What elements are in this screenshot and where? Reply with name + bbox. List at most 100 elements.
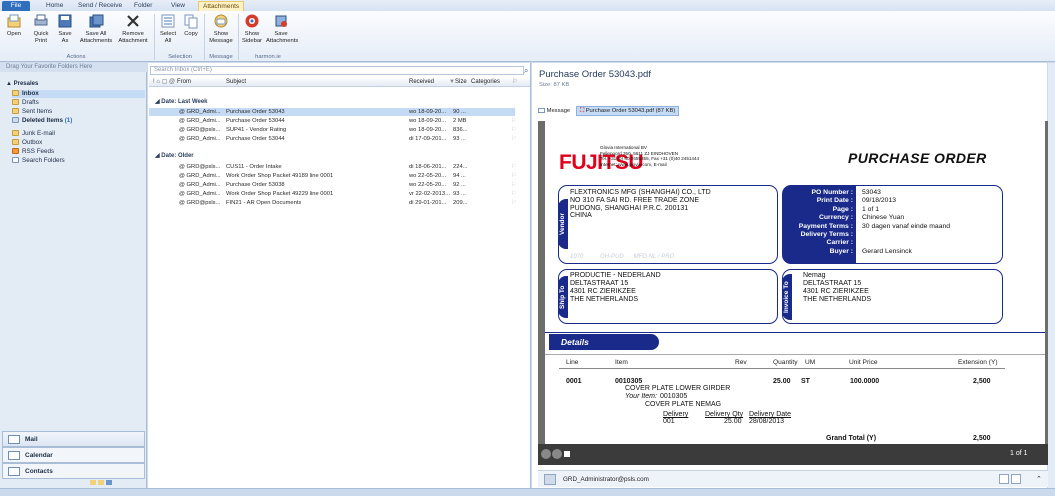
contact-card-icon[interactable] [1011, 474, 1021, 484]
save-all-attachments-button[interactable]: Save All Attachments [78, 13, 114, 44]
delivery-qty: 25.00 [724, 418, 742, 425]
table-row[interactable]: @ GRD@psls... SUP41 - Vendor Rating wo 18-… [149, 126, 516, 134]
header-icons[interactable]: ! ⌂ ▢ @ [153, 78, 175, 87]
col-received[interactable]: Received [409, 78, 434, 87]
table-row[interactable]: @ GRD_Admi... Purchase Order 53044 wo 18-0… [149, 117, 516, 125]
flag-icon[interactable]: ⚐ [511, 126, 516, 134]
remove-attachment-button[interactable]: Remove Attachment [116, 13, 150, 44]
table-row[interactable]: @ GRD_Admi... Purchase Order 53044 di 17-0… [149, 135, 516, 143]
table-row[interactable]: @ GRD_Admi... Work Order Shop Packet 4922… [149, 190, 516, 198]
tab-send-receive[interactable]: Send / Receive [78, 1, 122, 11]
attachment-tab[interactable]: ⛶ Purchase Order 53043.pdf (87 KB) [576, 106, 680, 116]
grand-total-label: Grand Total (Y) [826, 435, 877, 442]
table-row[interactable]: @ GRD@psls... CUS11 - Order Intake di 18-0… [149, 163, 516, 171]
your-item-label: Your Item: [625, 393, 657, 400]
flag-icon[interactable]: ⚐ [511, 181, 516, 189]
folder-search-folders[interactable]: Search Folders [12, 157, 65, 165]
copy-button[interactable]: Copy [182, 13, 200, 38]
folder-rss-feeds[interactable]: RSS Feeds [12, 148, 54, 156]
prev-page-icon[interactable] [541, 449, 551, 459]
line-unit-price: 100.0000 [850, 378, 880, 385]
tab-attachments[interactable]: Attachments [198, 1, 245, 11]
invoice-label: Invoice To [782, 274, 792, 320]
table-row[interactable]: @ GRD_Admi... Purchase Order 53043 wo 18-0… [149, 108, 516, 116]
flag-icon[interactable]: ⚐ [511, 190, 516, 198]
table-row[interactable]: @ GRD@psls... FIN21 - AR Open Documents di… [149, 199, 516, 207]
flag-icon[interactable]: ⚐ [511, 117, 516, 125]
tab-file[interactable]: File [2, 1, 30, 11]
flag-icon[interactable]: ⚐ [511, 163, 516, 171]
sender-email[interactable]: GRD_Administrator@psls.com [563, 476, 649, 483]
select-all-button[interactable]: Select All [158, 13, 178, 44]
po-value: 53043 [862, 189, 881, 196]
line-extension: 2,500 [973, 378, 991, 385]
flag-icon[interactable]: ⚐ [511, 172, 516, 180]
open-button[interactable]: Open [6, 13, 22, 38]
group-message-label: Message [209, 54, 233, 60]
expand-icon[interactable]: ⌃ [1036, 471, 1042, 488]
nav-shortcuts-strip[interactable] [90, 480, 140, 487]
flag-icon[interactable]: ⚐ [511, 135, 516, 143]
print-icon [34, 14, 48, 26]
tab-home[interactable]: Home [46, 1, 63, 11]
page-icon[interactable] [564, 451, 570, 457]
message-tab[interactable]: Message [538, 106, 570, 117]
col-from[interactable]: From [177, 78, 191, 87]
show-message-button[interactable]: Show Message [207, 13, 235, 44]
nav-calendar-button[interactable]: Calendar [2, 447, 145, 463]
folder-sent-items[interactable]: Sent Items [12, 108, 52, 116]
details-banner: Details [549, 334, 659, 350]
col-subject[interactable]: Subject [226, 78, 246, 87]
folder-outbox[interactable]: Outbox [12, 139, 42, 147]
contact-card-icon[interactable] [999, 474, 1009, 484]
page-indicator: 1 of 1 [1010, 450, 1028, 457]
ribbon: Open Quick Print Save As Save All Attach… [0, 11, 1055, 62]
item-description: COVER PLATE LOWER GIRDER [625, 385, 731, 392]
search-input[interactable]: Search Inbox (Ctrl+E) [150, 66, 524, 75]
folder-inbox[interactable]: Inbox [12, 90, 145, 98]
tab-folder[interactable]: Folder [134, 1, 152, 11]
invoice-address: Nemag DELTASTRAAT 15 4301 RC ZIERIKZEE T… [803, 272, 872, 303]
nav-contacts-button[interactable]: Contacts [2, 463, 145, 479]
flag-column-icon: ⚐ [512, 79, 518, 85]
attachment-bar: Message ⛶ Purchase Order 53043.pdf (87 K… [536, 106, 1038, 117]
th-extension: Extension (Y) [958, 359, 998, 366]
attachment-title: Purchase Order 53043.pdf [539, 69, 651, 80]
po-label: Buyer : [829, 247, 853, 255]
vertical-scrollbar[interactable] [1048, 63, 1055, 488]
quick-print-button[interactable]: Quick Print [30, 13, 52, 44]
tab-view[interactable]: View [171, 1, 185, 11]
po-value: 30 dagen vanaf einde maand [862, 222, 951, 230]
next-page-icon[interactable] [552, 449, 562, 459]
shipto-label: Ship To [558, 276, 568, 318]
save-attachments-icon [275, 15, 287, 27]
col-size[interactable]: Size [455, 78, 467, 87]
th-line: Line [566, 359, 579, 366]
folder-drafts[interactable]: Drafts [12, 99, 39, 107]
search-icon[interactable]: ⌕ [524, 66, 528, 76]
flag-icon[interactable]: ⚐ [511, 199, 516, 207]
folder-junk-email[interactable]: Junk E-mail [12, 130, 55, 138]
save-attachments-button[interactable]: Save Attachments [266, 13, 298, 44]
table-row[interactable]: @ GRD_Admi... Purchase Order 53038 wo 22-0… [149, 181, 516, 189]
folder-deleted-items[interactable]: Deleted Items (1) [12, 117, 72, 125]
th-rev: Rev [735, 359, 747, 366]
po-label: Delivery Terms : [800, 231, 853, 238]
group-header[interactable]: ◢ Date: Older [155, 152, 194, 160]
save-as-button[interactable]: Save As [56, 13, 74, 44]
group-header[interactable]: ◢ Date: Last Week [155, 98, 208, 106]
nav-mail-button[interactable]: Mail [2, 431, 145, 447]
vendor-label: Vendor [558, 199, 568, 249]
po-value: Chinese Yuan [862, 214, 905, 222]
show-sidebar-button[interactable]: Show Sidebar [240, 13, 264, 44]
folder-icon [12, 99, 19, 105]
table-row[interactable]: @ GRD_Admi... Work Order Shop Packet 4918… [149, 172, 516, 180]
vendor-address: FLEXTRONICS MFG (SHANGHAI) CO., LTD NO 3… [570, 189, 711, 220]
flag-icon[interactable]: ⚐ [511, 108, 516, 116]
pdf-page: FUJITSU Glovia International BV Fellenoo… [545, 121, 1045, 444]
account-presales[interactable]: ▲ Presales [6, 80, 38, 88]
avatar[interactable] [544, 474, 556, 485]
po-value: 09/18/2013 [862, 197, 897, 205]
col-categories[interactable]: Categories [471, 78, 500, 87]
trash-icon [12, 117, 19, 123]
